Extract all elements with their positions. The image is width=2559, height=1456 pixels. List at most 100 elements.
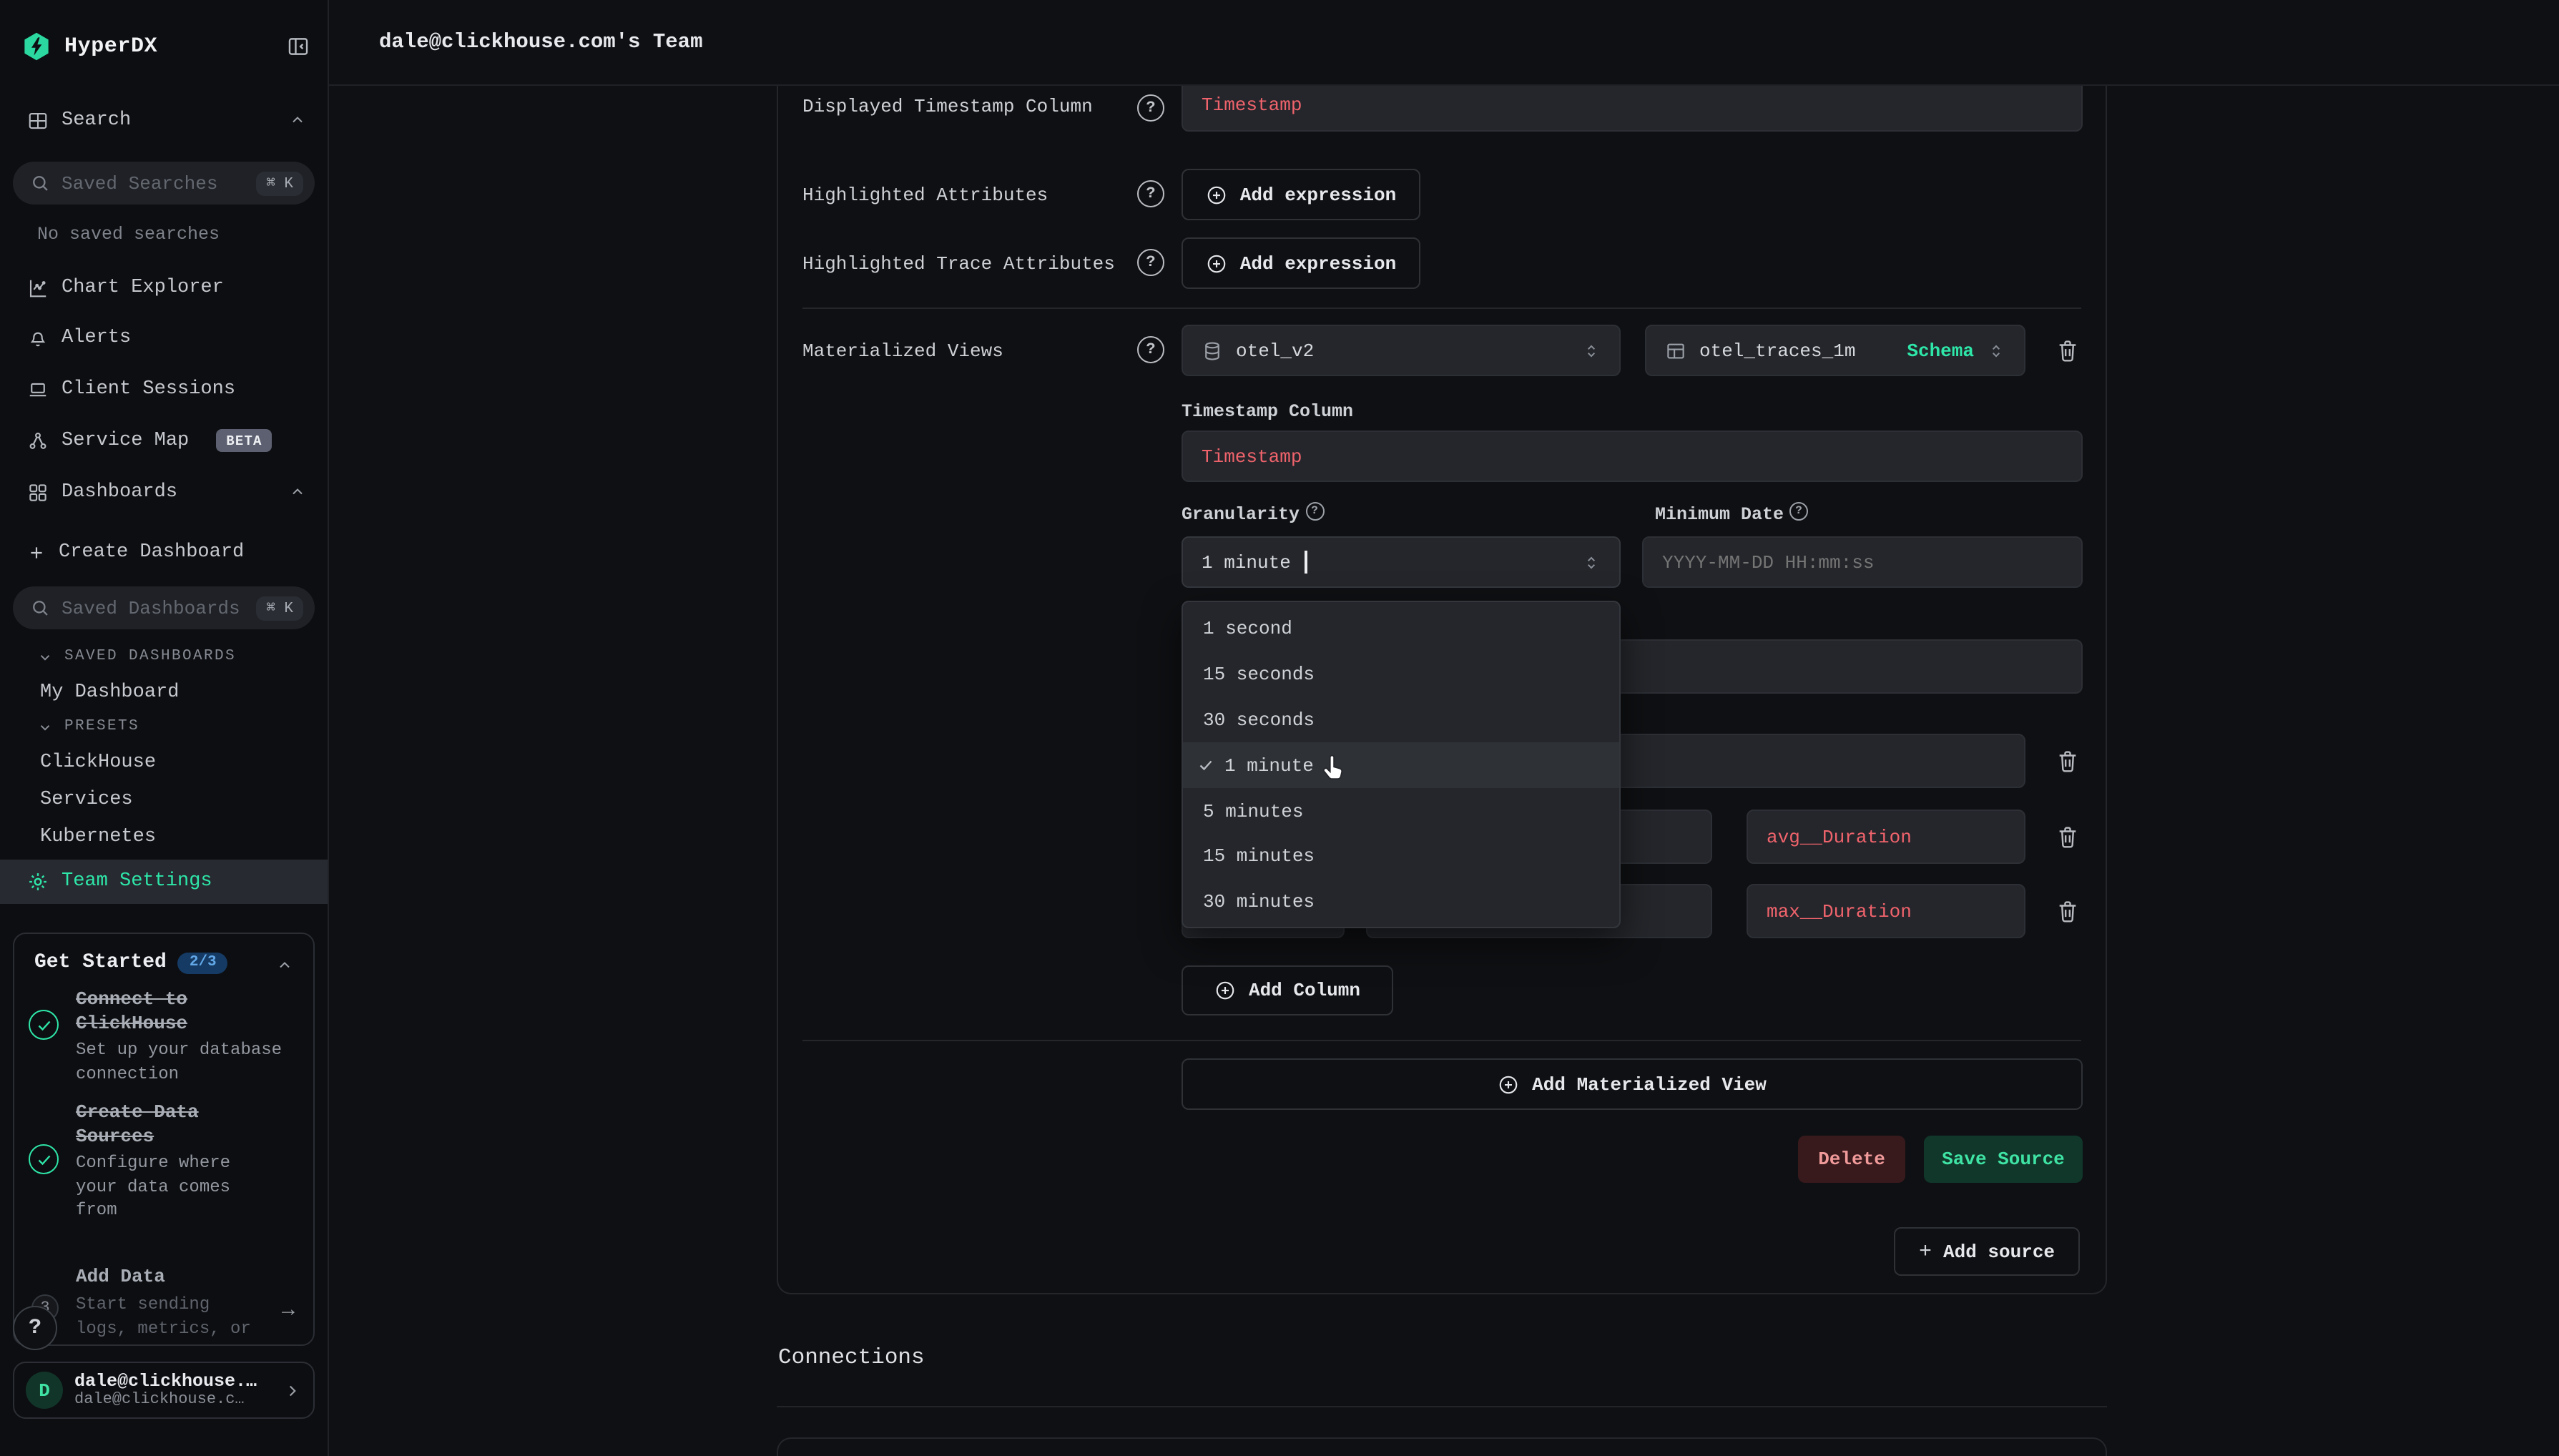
laptop-icon bbox=[27, 378, 49, 400]
step-description: Configure where your data comes from bbox=[76, 1151, 276, 1222]
sidebar: HyperDX Search ⌘ K No saved searches bbox=[0, 0, 329, 1456]
sidebar-item-services[interactable]: Services bbox=[0, 784, 328, 815]
add-column-button[interactable]: Add Column bbox=[1182, 965, 1393, 1015]
add-expression-button[interactable]: Add expression bbox=[1182, 237, 1420, 289]
sidebar-item-clickhouse[interactable]: ClickHouse bbox=[0, 747, 328, 778]
sidebar-item-alerts[interactable]: Alerts bbox=[0, 318, 328, 358]
chevron-up-icon bbox=[289, 483, 306, 501]
sidebar-item-chart-explorer[interactable]: Chart Explorer bbox=[0, 267, 328, 308]
avatar: D bbox=[26, 1372, 63, 1409]
sidebar-item-team-settings[interactable]: Team Settings bbox=[0, 860, 328, 904]
database-select[interactable]: otel_v2 bbox=[1182, 325, 1621, 376]
saved-dashboards-search[interactable]: ⌘ K bbox=[13, 586, 315, 629]
sidebar-collapse-icon[interactable] bbox=[286, 34, 310, 58]
sidebar-item-label: Search bbox=[62, 109, 131, 131]
mv-column-alias-input[interactable]: max__Duration bbox=[1747, 884, 2025, 938]
sidebar-item-service-map[interactable]: Service Map BETA bbox=[0, 420, 328, 461]
step-description: Start sending logs, metrics, or traces bbox=[76, 1293, 269, 1346]
minimum-date-input[interactable] bbox=[1662, 551, 2063, 573]
section-saved-dashboards[interactable]: SAVED DASHBOARDS bbox=[0, 648, 328, 665]
brand-row: HyperDX bbox=[21, 30, 310, 62]
dropdown-option[interactable]: 5 minutes bbox=[1183, 788, 1619, 834]
saved-searches-search[interactable]: ⌘ K bbox=[13, 162, 315, 205]
dropdown-option[interactable]: 15 seconds bbox=[1183, 652, 1619, 698]
chevron-right-icon bbox=[283, 1381, 302, 1400]
help-icon[interactable]: ? bbox=[1137, 94, 1164, 122]
progress-badge: 2/3 bbox=[178, 952, 228, 973]
help-icon[interactable]: ? bbox=[1137, 249, 1164, 276]
table-select[interactable]: otel_traces_1m Schema bbox=[1645, 325, 2025, 376]
user-email: dale@clickhouse.c… bbox=[74, 1391, 257, 1410]
page-title: dale@clickhouse.com's Team bbox=[379, 31, 703, 54]
dropdown-option[interactable]: 30 minutes bbox=[1183, 880, 1619, 925]
dropdown-option[interactable]: 30 seconds bbox=[1183, 697, 1619, 743]
step-complete-check-icon bbox=[29, 1144, 59, 1174]
get-started-step[interactable]: Connect to ClickHouse bbox=[76, 987, 256, 1036]
get-started-header[interactable]: Get Started 2/3 bbox=[34, 951, 228, 974]
add-source-button[interactable]: + Add source bbox=[1894, 1227, 2080, 1276]
chevron-up-icon[interactable] bbox=[276, 957, 293, 974]
schema-link[interactable]: Schema bbox=[1907, 340, 1974, 361]
displayed-timestamp-input[interactable]: Timestamp bbox=[1182, 86, 2083, 132]
section-title: SAVED DASHBOARDS bbox=[64, 648, 236, 665]
get-started-step[interactable]: Create Data Sources bbox=[76, 1100, 256, 1148]
top-header: dale@clickhouse.com's Team bbox=[329, 0, 2559, 86]
minimum-date-input-wrap bbox=[1642, 536, 2083, 588]
sidebar-item-search[interactable]: Search bbox=[0, 100, 328, 140]
add-materialized-view-button[interactable]: Add Materialized View bbox=[1182, 1058, 2083, 1110]
step-title: Add Data bbox=[76, 1264, 256, 1289]
saved-dashboards-input[interactable] bbox=[62, 597, 245, 619]
granularity-select[interactable]: 1 minute bbox=[1182, 536, 1621, 588]
sidebar-item-my-dashboard[interactable]: My Dashboard bbox=[0, 677, 328, 708]
help-icon[interactable]: ? bbox=[1137, 336, 1164, 363]
delete-materialized-view-icon[interactable] bbox=[2055, 338, 2080, 365]
hyperdx-logo-icon bbox=[21, 31, 51, 61]
preset-link-label: Services bbox=[40, 789, 133, 810]
save-source-button[interactable]: Save Source bbox=[1924, 1136, 2083, 1183]
create-dashboard-label: Create Dashboard bbox=[59, 541, 244, 563]
bell-icon bbox=[27, 327, 49, 348]
field-label: Highlighted Trace Attributes bbox=[802, 253, 1115, 275]
plus-icon: + bbox=[1919, 1239, 1932, 1264]
sidebar-item-label: Alerts bbox=[62, 327, 131, 348]
button-label: Add Materialized View bbox=[1532, 1073, 1767, 1095]
field-label: Highlighted Attributes bbox=[802, 185, 1048, 206]
select-value: otel_v2 bbox=[1236, 340, 1314, 361]
dropdown-option[interactable]: 1 second bbox=[1183, 606, 1619, 652]
mv-timestamp-input[interactable]: Timestamp bbox=[1182, 431, 2083, 482]
step-complete-check-icon bbox=[29, 1010, 59, 1040]
database-icon bbox=[1202, 340, 1223, 361]
help-icon[interactable]: ? bbox=[1305, 502, 1324, 521]
dropdown-option[interactable]: 15 minutes bbox=[1183, 834, 1619, 880]
help-icon[interactable]: ? bbox=[1789, 502, 1808, 521]
input-value: Timestamp bbox=[1202, 94, 1302, 115]
step-description: Set up your database connection bbox=[76, 1038, 299, 1086]
add-expression-button[interactable]: Add expression bbox=[1182, 169, 1420, 220]
select-value: 1 minute bbox=[1202, 551, 1291, 573]
mv-column-alias-input[interactable]: avg__Duration bbox=[1747, 810, 2025, 864]
sidebar-item-dashboards[interactable]: Dashboards bbox=[0, 472, 328, 512]
help-button[interactable]: ? bbox=[13, 1306, 57, 1350]
saved-searches-input[interactable] bbox=[62, 172, 245, 194]
search-icon bbox=[30, 598, 50, 618]
section-presets[interactable]: PRESETS bbox=[0, 718, 328, 735]
table-icon bbox=[1665, 340, 1686, 361]
user-menu[interactable]: D dale@clickhouse.… dale@clickhouse.c… bbox=[13, 1362, 315, 1419]
main-content: Displayed Timestamp Column ? Timestamp H… bbox=[329, 86, 2559, 1456]
connections-panel bbox=[777, 1437, 2107, 1456]
circle-plus-icon bbox=[1206, 252, 1227, 274]
button-label: Add Column bbox=[1249, 980, 1360, 1001]
brand-name: HyperDX bbox=[64, 34, 157, 58]
help-icon[interactable]: ? bbox=[1137, 180, 1164, 207]
delete-column-icon[interactable] bbox=[2055, 824, 2080, 851]
delete-source-button[interactable]: Delete bbox=[1798, 1136, 1905, 1183]
sidebar-item-kubernetes[interactable]: Kubernetes bbox=[0, 821, 328, 852]
sidebar-item-client-sessions[interactable]: Client Sessions bbox=[0, 369, 328, 409]
delete-column-icon[interactable] bbox=[2055, 748, 2080, 775]
get-started-step[interactable]: Add Data bbox=[76, 1264, 256, 1289]
create-dashboard-button[interactable]: Create Dashboard bbox=[0, 532, 328, 572]
delete-column-icon[interactable] bbox=[2055, 898, 2080, 925]
dropdown-option-selected[interactable]: 1 minute bbox=[1183, 743, 1619, 789]
connections-heading: Connections bbox=[778, 1344, 925, 1370]
chevron-down-icon bbox=[37, 649, 53, 664]
